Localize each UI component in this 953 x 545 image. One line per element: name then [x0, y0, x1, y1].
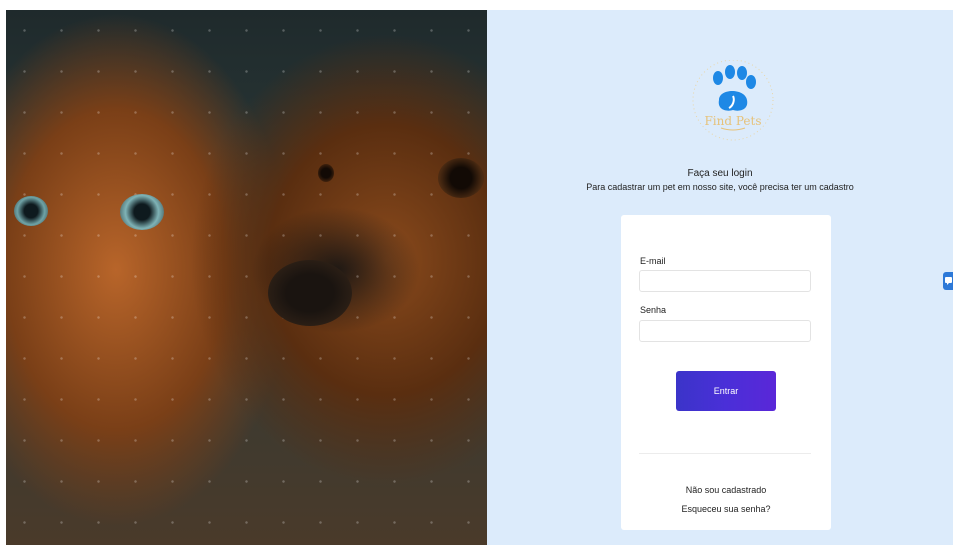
forgot-password-link[interactable]: Esqueceu sua senha?	[621, 504, 831, 514]
login-button[interactable]: Entrar	[676, 371, 776, 411]
email-label: E-mail	[640, 256, 666, 266]
dog-eye-far	[318, 164, 334, 182]
login-panel: Find Pets Faça seu login Para cadastrar …	[487, 10, 953, 545]
dog-eye	[438, 158, 484, 198]
login-card: E-mail Senha Entrar Não sou cadastrado E…	[621, 215, 831, 530]
cat-eye-left	[14, 196, 48, 226]
side-widget-tab[interactable]	[943, 272, 953, 290]
chat-icon	[945, 277, 952, 285]
register-link[interactable]: Não sou cadastrado	[621, 485, 831, 495]
cat-eye-right	[120, 194, 164, 230]
password-label: Senha	[640, 305, 667, 315]
dog-nose	[268, 260, 352, 326]
divider	[639, 453, 811, 454]
email-field[interactable]	[639, 270, 811, 292]
login-title: Faça seu login	[687, 168, 753, 179]
sparkle-overlay	[6, 10, 487, 545]
brand-name: Find Pets	[704, 114, 762, 128]
paw-print-icon	[692, 59, 774, 141]
login-subtitle: Para cadastrar um pet em nosso site, voc…	[586, 182, 854, 192]
hero-image-cat-and-dog	[6, 10, 487, 545]
password-field[interactable]	[639, 320, 811, 342]
find-pets-logo: Find Pets	[683, 59, 783, 160]
